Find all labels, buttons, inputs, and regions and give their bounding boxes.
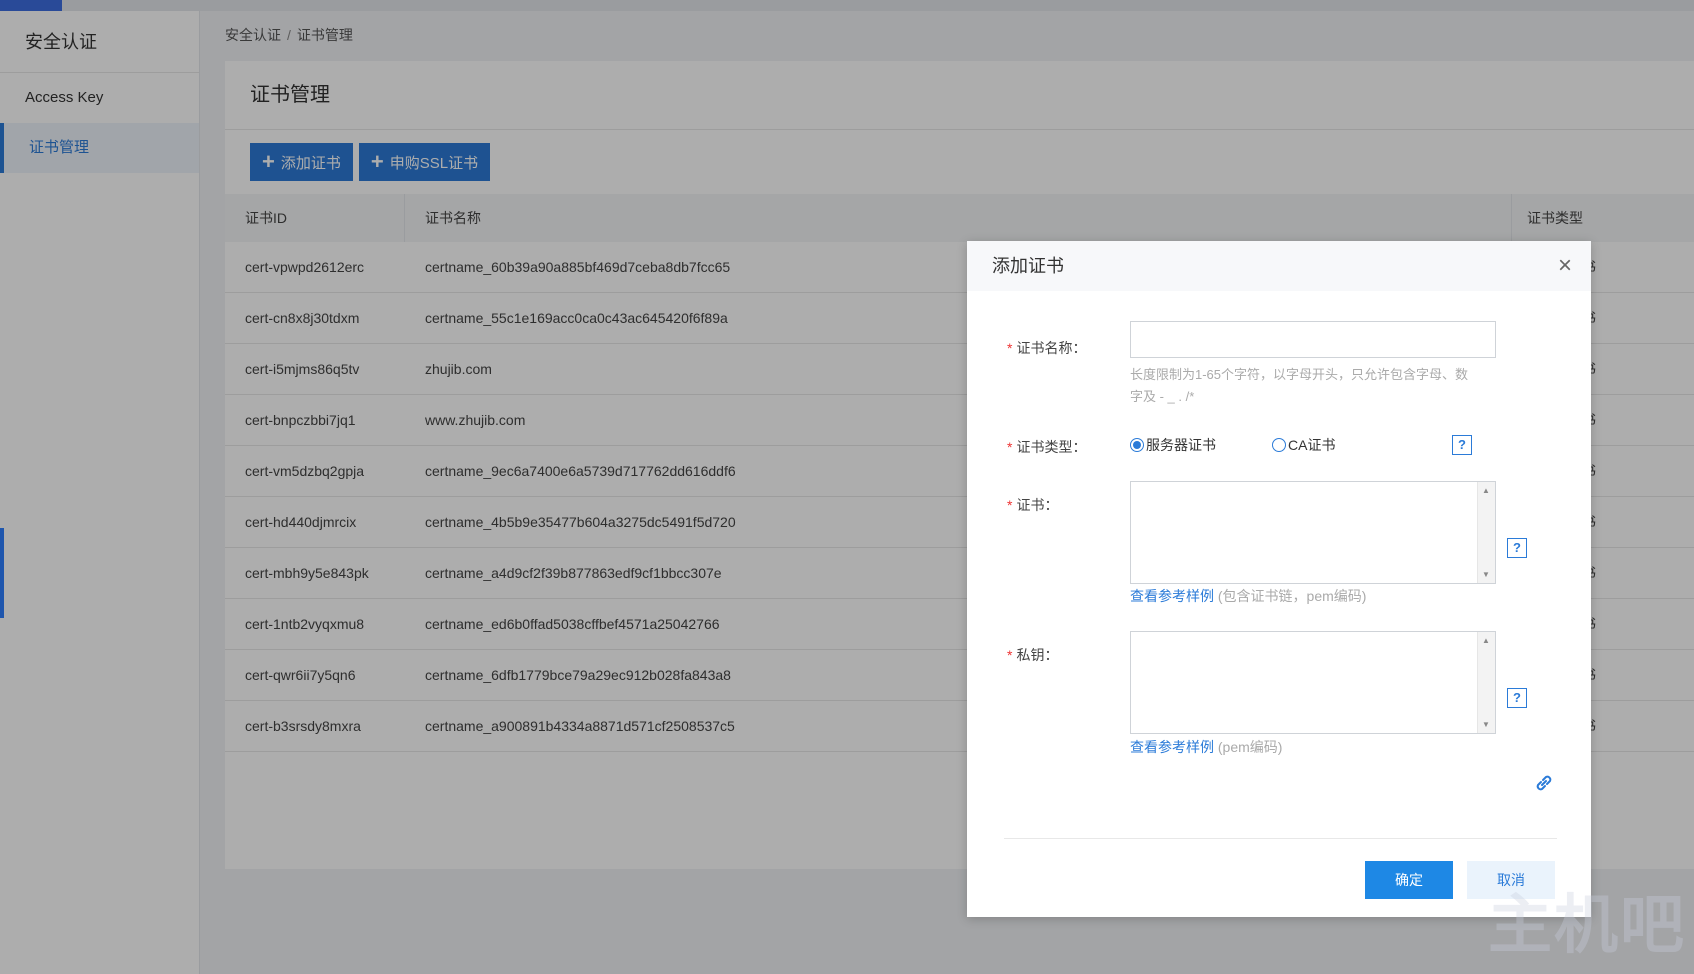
radio-server-cert[interactable] [1130,438,1144,452]
dialog-header: 添加证书 × [967,241,1591,291]
cert-type-label: * 证书类型： [1007,439,1087,455]
key-sample-row: 查看参考样例 (pem编码) [1130,737,1282,757]
scroll-up-icon[interactable]: ▲ [1482,486,1490,495]
scroll-up-icon[interactable]: ▲ [1482,636,1490,645]
cert-textarea-scrollbar[interactable]: ▲ ▼ [1477,482,1495,583]
help-icon[interactable]: ? [1507,538,1527,558]
required-mark: * [1007,497,1013,513]
key-label: * 私钥： [1007,647,1059,663]
radio-ca-cert[interactable] [1272,438,1286,452]
key-textarea-scrollbar[interactable]: ▲ ▼ [1477,632,1495,733]
required-mark: * [1007,340,1013,356]
help-icon[interactable]: ? [1452,435,1472,455]
cert-name-hint: 长度限制为1-65个字符，以字母开头，只允许包含字母、数字及 - _ . /* [1130,367,1469,404]
cert-sample-note: (包含证书链，pem编码) [1217,588,1367,604]
scroll-down-icon[interactable]: ▼ [1482,720,1490,729]
link-icon[interactable] [1532,771,1556,795]
help-icon[interactable]: ? [1507,688,1527,708]
confirm-button[interactable]: 确定 [1365,861,1453,899]
cert-name-label: * 证书名称： [1007,340,1087,356]
watermark-logo: 主机吧 [1488,888,1686,963]
key-sample-link[interactable]: 查看参考样例 [1130,739,1214,755]
cert-sample-link[interactable]: 查看参考样例 [1130,588,1214,604]
cert-textarea[interactable]: ▲ ▼ [1130,481,1496,584]
add-cert-dialog: 添加证书 × * 证书名称： 长度限制为1-65个字符，以字母开头，只允许包含字母… [967,241,1591,917]
dialog-title: 添加证书 [992,256,1064,276]
cert-type-radio-group: 服务器证书 CA证书 [1130,435,1335,455]
radio-server-cert-label[interactable]: 服务器证书 [1146,435,1216,455]
cert-sample-row: 查看参考样例 (包含证书链，pem编码) [1130,586,1366,606]
cert-name-input[interactable] [1130,321,1496,358]
cert-label: * 证书： [1007,497,1059,513]
required-mark: * [1007,439,1013,455]
key-sample-note: (pem编码) [1217,739,1283,755]
radio-ca-cert-label[interactable]: CA证书 [1288,435,1335,455]
private-key-textarea[interactable]: ▲ ▼ [1130,631,1496,734]
required-mark: * [1007,647,1013,663]
close-icon[interactable]: × [1553,241,1577,291]
dialog-divider [1004,838,1557,839]
scroll-down-icon[interactable]: ▼ [1482,570,1490,579]
